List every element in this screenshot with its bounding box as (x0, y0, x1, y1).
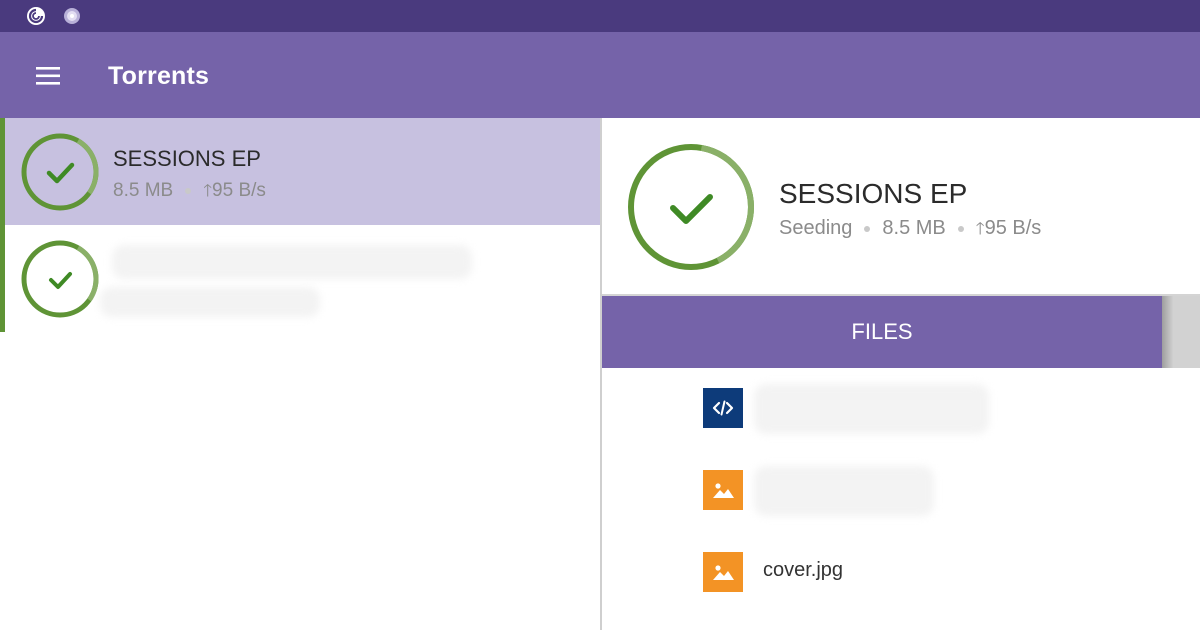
file-list-item[interactable]: cover.jpg (602, 532, 1200, 614)
navigation-menu-button[interactable] (26, 54, 70, 98)
tixati-app-icon (27, 7, 45, 25)
app-toolbar: Torrents (0, 32, 1200, 118)
upload-arrow-icon: 🡑 (203, 181, 213, 200)
code-file-icon (703, 388, 743, 428)
file-name: cover.jpg (763, 559, 844, 581)
check-icon (670, 194, 713, 224)
torrent-detail-panel: SESSIONS EP Seeding 8.5 MB 🡑95 B/s FILES (602, 118, 1200, 630)
separator-dot (864, 225, 871, 232)
torrent-meta: 8.5 MB 🡑95 B/s (113, 178, 266, 207)
page-title: Torrents (108, 62, 210, 90)
check-icon (46, 162, 75, 184)
file-list-item[interactable] (602, 368, 1200, 450)
file-list-item[interactable] (602, 450, 1200, 532)
torrent-list-item[interactable]: SESSIONS EP 8.5 MB 🡑95 B/s (0, 118, 601, 225)
upload-rate: 95 B/s (984, 217, 1042, 239)
redacted-torrent-name (112, 245, 472, 279)
detail-torrent-name: SESSIONS EP (779, 178, 968, 209)
redacted-file-name (754, 384, 989, 434)
upload-arrow-icon: 🡑 (975, 219, 985, 238)
separator-dot (185, 187, 192, 194)
detail-progress-ring (628, 144, 754, 270)
tab-files[interactable]: FILES (602, 296, 1162, 368)
hamburger-menu-icon (36, 67, 60, 85)
torrent-progress-ring (21, 133, 99, 211)
check-icon (49, 272, 72, 289)
torrent-size: 8.5 MB (882, 217, 946, 239)
tab-files-label: FILES (851, 319, 913, 344)
tab-scroll-indicator (1162, 296, 1200, 368)
spinner-app-icon (64, 8, 80, 24)
torrent-state: Seeding (779, 217, 853, 239)
torrent-progress-ring (21, 240, 99, 318)
torrent-list-item[interactable] (0, 225, 601, 332)
redacted-torrent-meta (100, 287, 320, 317)
upload-rate: 95 B/s (212, 180, 266, 201)
torrent-size: 8.5 MB (113, 180, 174, 201)
progress-accent-bar (0, 225, 5, 332)
system-status-bar (0, 0, 1200, 32)
separator-dot (957, 225, 964, 232)
image-file-icon (703, 552, 743, 592)
redacted-file-name (754, 466, 934, 516)
detail-meta: Seeding 8.5 MB 🡑95 B/s (779, 216, 1041, 245)
image-file-icon (703, 470, 743, 510)
progress-accent-bar (0, 118, 5, 225)
torrent-name: SESSIONS EP (113, 146, 261, 171)
torrent-list: SESSIONS EP 8.5 MB 🡑95 B/s (0, 118, 601, 630)
